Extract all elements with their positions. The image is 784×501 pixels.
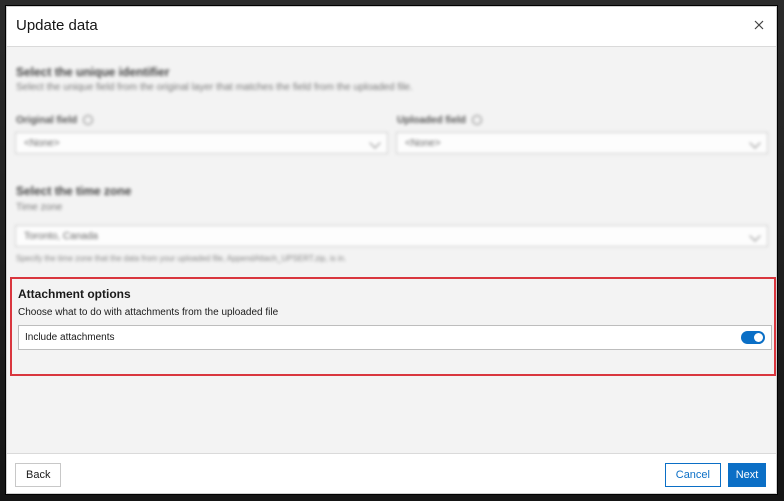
include-attachments-row: Include attachments bbox=[18, 325, 772, 350]
uploaded-field-label-text: Uploaded field bbox=[397, 115, 466, 126]
uploaded-field-value: <None> bbox=[405, 138, 441, 149]
original-field-value: <None> bbox=[24, 138, 60, 149]
info-icon bbox=[83, 115, 94, 126]
attachment-options-description: Choose what to do with attachments from … bbox=[18, 307, 279, 318]
screen-background: Update data Select the unique identifier… bbox=[0, 0, 784, 501]
uploaded-field-select[interactable]: <None> bbox=[396, 132, 768, 154]
dialog-footer: Back Cancel Next bbox=[7, 453, 776, 493]
info-icon bbox=[471, 115, 482, 126]
original-field-label-text: Original field bbox=[16, 115, 78, 126]
unique-identifier-heading: Select the unique identifier bbox=[16, 65, 170, 79]
unique-identifier-description: Select the unique field from the origina… bbox=[16, 82, 413, 93]
original-field-select[interactable]: <None> bbox=[15, 132, 388, 154]
toggle-knob bbox=[754, 333, 763, 342]
time-zone-heading: Select the time zone bbox=[16, 184, 132, 198]
time-zone-value: Toronto, Canada bbox=[24, 231, 98, 242]
update-data-dialog: Update data Select the unique identifier… bbox=[6, 6, 777, 494]
include-attachments-toggle[interactable] bbox=[741, 331, 765, 344]
attachment-options-heading: Attachment options bbox=[18, 287, 131, 301]
back-button[interactable]: Back bbox=[15, 463, 62, 487]
chevron-down-icon bbox=[369, 137, 381, 149]
time-zone-select[interactable]: Toronto, Canada bbox=[15, 225, 768, 247]
cancel-button[interactable]: Cancel bbox=[664, 463, 721, 487]
dialog-header: Update data bbox=[7, 7, 776, 47]
blurred-content: Select the unique identifier Select the … bbox=[7, 47, 776, 265]
time-zone-label: Time zone bbox=[16, 202, 63, 213]
uploaded-field-label: Uploaded field bbox=[397, 115, 482, 126]
close-icon[interactable] bbox=[752, 18, 766, 32]
original-field-label: Original field bbox=[16, 115, 94, 126]
chevron-down-icon bbox=[749, 137, 761, 149]
dialog-title: Update data bbox=[16, 17, 98, 34]
time-zone-hint: Specify the time zone that the data from… bbox=[16, 254, 347, 263]
include-attachments-label: Include attachments bbox=[25, 332, 115, 343]
attachment-options-section: Attachment options Choose what to do wit… bbox=[10, 277, 776, 376]
chevron-down-icon bbox=[749, 230, 761, 242]
next-button[interactable]: Next bbox=[728, 463, 766, 487]
